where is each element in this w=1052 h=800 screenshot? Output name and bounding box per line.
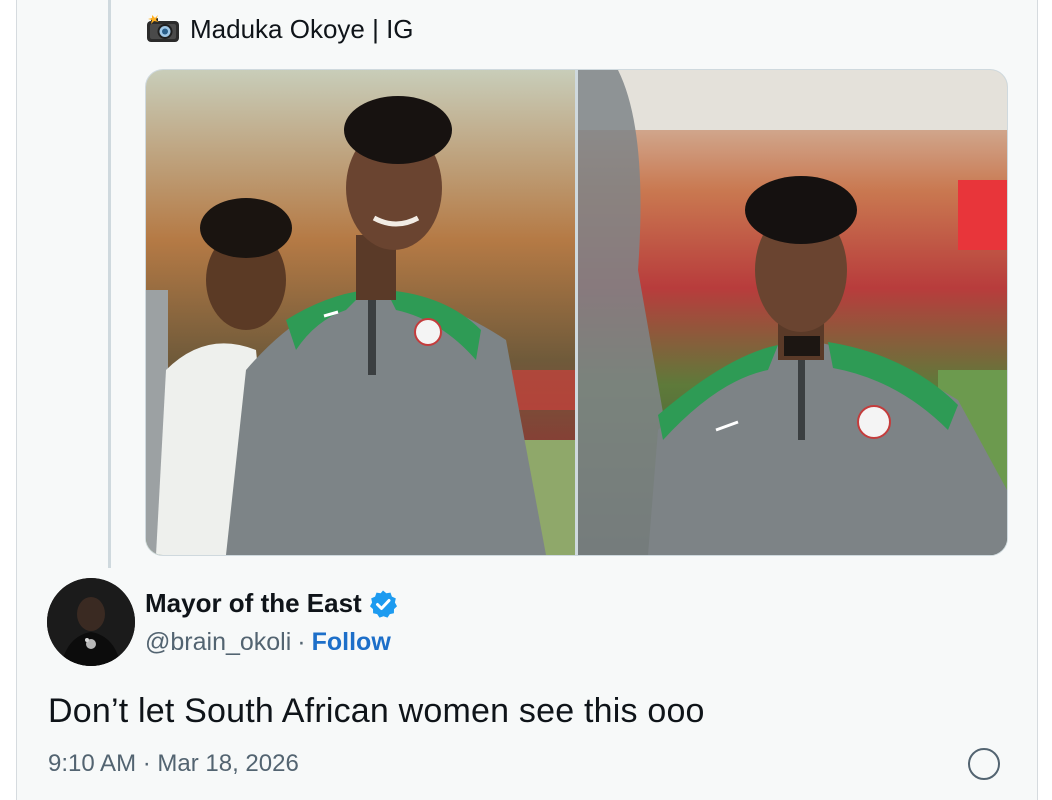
author-name-text: Mayor of the East: [145, 588, 362, 618]
photo-2[interactable]: [578, 70, 1007, 555]
quoted-post-header-text: Maduka Okoye | IG: [190, 13, 414, 44]
post-timestamp[interactable]: 9:10 AM · Mar 18, 2026: [48, 750, 299, 778]
quoted-post-header[interactable]: Maduka Okoye | IG: [146, 12, 414, 46]
photo-1[interactable]: [146, 70, 575, 555]
camera-flash-icon: [146, 15, 180, 43]
avatar[interactable]: [47, 578, 135, 666]
follow-button[interactable]: Follow: [312, 628, 391, 657]
meta-separator: ·: [297, 628, 306, 656]
thread-line: [108, 0, 111, 568]
author-name[interactable]: Mayor of the East: [145, 588, 398, 619]
author-handle[interactable]: @brain_okoli: [145, 628, 291, 657]
post-text: Don’t let South African women see this o…: [48, 692, 705, 730]
verified-badge-icon: [368, 589, 398, 619]
quoted-post-media[interactable]: [145, 69, 1008, 556]
info-icon[interactable]: [968, 748, 1000, 780]
author-meta: @brain_okoli · Follow: [145, 628, 391, 657]
